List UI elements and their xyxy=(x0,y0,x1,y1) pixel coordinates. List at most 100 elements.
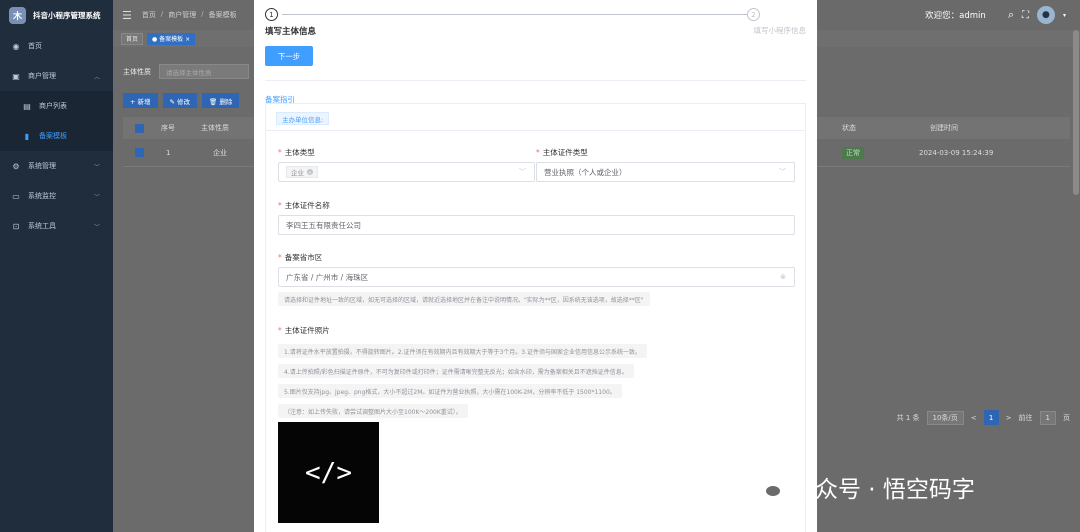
label-text: 主体证件名称 xyxy=(284,201,330,210)
sidebar-item-tools[interactable]: ⊡ 系统工具 ﹀ xyxy=(0,211,113,241)
photo-label: * 主体证件照片 xyxy=(278,326,330,335)
cert-name-input[interactable]: 李四王五有限责任公司 xyxy=(278,215,795,235)
search-icon[interactable]: ⌕ xyxy=(1008,8,1014,22)
photo-hint: 4.请上传拍照/彩色扫描证件原件，不可为复印件或打印件；证件需清晰完整无反光；如… xyxy=(278,364,634,378)
delete-button[interactable]: 🗑 删除 xyxy=(202,93,240,108)
label-text: 备案省市区 xyxy=(284,253,323,262)
add-button[interactable]: + 新增 xyxy=(123,93,158,108)
gear-icon: ⚙ xyxy=(12,161,20,171)
list-icon: ▤ xyxy=(23,101,31,111)
input-value: 李四王五有限责任公司 xyxy=(286,220,361,230)
sidebar-item-template[interactable]: ▮ 备案模板 xyxy=(0,121,113,151)
section-chip: 主办单位信息: xyxy=(276,112,330,125)
filter-label: 主体性质 xyxy=(123,67,151,76)
chevron-up-icon: ︿ xyxy=(93,73,100,81)
sidebar-item-label: 系统监控 xyxy=(28,192,56,200)
welcome-text: 欢迎您：admin xyxy=(925,11,986,21)
region-label: * 备案省市区 xyxy=(278,253,323,262)
select-value: 营业执照（个人或企业） xyxy=(544,167,627,177)
sidebar-item-label: 系统工具 xyxy=(28,222,56,230)
label-text: 主体证件类型 xyxy=(542,148,588,157)
page-size-select[interactable]: 10条/页 xyxy=(926,410,964,425)
step-1-circle: 1 xyxy=(265,8,278,21)
code-icon: </> xyxy=(305,457,352,488)
caret-down-icon[interactable]: ▾ xyxy=(1063,12,1066,19)
photo-hint: （注意：如上传失败，请尝试调整图片大小至100K～200K重试）。 xyxy=(278,404,468,418)
toolbar: + 新增 ✎ 修改 🗑 删除 xyxy=(123,93,240,108)
template-icon: ▮ xyxy=(24,131,30,141)
next-page-button[interactable]: > xyxy=(1006,414,1012,422)
header-right: 欢迎您：admin ⌕ ⛶ ● ▾ xyxy=(925,0,1066,30)
step-connector xyxy=(282,14,754,15)
app-root: 木 抖音小程序管理系统 ◉ 首页 ▣ 商户管理 ︿ ▤ 商户列表 ▮ 备案模板 … xyxy=(0,0,1080,532)
sidebar-item-merchant[interactable]: ▣ 商户管理 ︿ xyxy=(0,61,113,91)
next-step-button[interactable]: 下一步 xyxy=(265,46,313,66)
chevron-down-icon: ﹀ xyxy=(93,223,100,231)
app-title: 抖音小程序管理系统 xyxy=(33,10,101,20)
app-logo[interactable]: 木 抖音小程序管理系统 xyxy=(0,0,113,30)
fullscreen-icon[interactable]: ⛶ xyxy=(1022,10,1029,21)
sidebar-item-home[interactable]: ◉ 首页 xyxy=(0,31,113,61)
tag-home[interactable]: 首页 xyxy=(121,32,144,45)
page-number[interactable]: 1 xyxy=(983,410,999,425)
select-all-checkbox[interactable] xyxy=(135,123,144,133)
subject-type-label: * 主体类型 xyxy=(278,148,315,157)
pagination-total: 共 1 条 xyxy=(896,413,920,422)
row-checkbox[interactable] xyxy=(135,148,144,157)
breadcrumb-item[interactable]: 首页 xyxy=(142,10,156,20)
prev-page-button[interactable]: < xyxy=(971,414,977,422)
close-icon[interactable]: × xyxy=(307,169,313,175)
region-cascader[interactable]: 广东省 / 广州市 / 海珠区 ⊗ xyxy=(278,267,795,287)
sidebar-item-monitor[interactable]: ▭ 系统监控 ﹀ xyxy=(0,181,113,211)
chevron-down-icon: ﹀ xyxy=(93,163,100,171)
submenu-merchant: ▤ 商户列表 ▮ 备案模板 xyxy=(0,91,113,151)
tag-text: 企业 xyxy=(291,169,304,177)
sidebar-item-label: 首页 xyxy=(28,42,42,50)
photo-hint: 5.图片仅支持jpg、jpeg、png格式，大小不超过2M。如证件为营业执照，大… xyxy=(278,384,622,398)
clear-icon[interactable]: ⊗ xyxy=(780,273,786,281)
watermark-text: 公众号 · 悟空码字 xyxy=(792,477,975,503)
photo-hint: 1.请将证件水平放置拍摄，不得旋转图片。2.证件须在有效期内且有效期大于等于3个… xyxy=(278,344,647,358)
store-icon: ▣ xyxy=(12,71,20,81)
sidebar-item-system[interactable]: ⚙ 系统管理 ﹀ xyxy=(0,151,113,181)
column-header: 创建时间 xyxy=(930,124,958,132)
label-text: 主体类型 xyxy=(284,148,315,157)
goto-input[interactable]: 1 xyxy=(1039,410,1056,425)
cert-type-label: * 主体证件类型 xyxy=(536,148,588,157)
region-hint: 请选择和证件地址一致的区域，如无可选择的区域，请就近选择地区并在备注中说明情况。… xyxy=(278,292,650,306)
edit-button[interactable]: ✎ 修改 xyxy=(162,93,198,108)
logo-icon: 木 xyxy=(9,6,26,24)
cert-name-label: * 主体证件名称 xyxy=(278,201,330,210)
page-scrollbar[interactable] xyxy=(1073,30,1079,195)
drawer-panel: 1 2 填写主体信息 填写小程序信息 下一步 备案指引 主办单位信息: * 主体类… xyxy=(254,0,817,532)
breadcrumb-separator: / xyxy=(201,10,204,18)
cert-type-select[interactable]: 营业执照（个人或企业） ﹀ xyxy=(536,162,795,182)
column-header: 序号 xyxy=(161,124,175,132)
toolbox-icon: ⊡ xyxy=(12,221,20,231)
subject-type-select[interactable]: 企业 × ﹀ xyxy=(278,162,535,182)
breadcrumb-item: 商户管理 xyxy=(168,11,197,19)
sidebar-item-label: 系统管理 xyxy=(28,162,56,170)
chevron-down-icon: ﹀ xyxy=(519,168,526,176)
uploaded-image-thumbnail[interactable]: </> xyxy=(278,422,379,523)
avatar[interactable]: ● xyxy=(1036,6,1055,24)
breadcrumb-separator: / xyxy=(160,10,164,18)
step-2-title: 填写小程序信息 xyxy=(753,26,807,35)
sidebar-item-merchant-list[interactable]: ▤ 商户列表 xyxy=(0,91,113,121)
breadcrumb-item: 备案模板 xyxy=(208,11,237,19)
table-cell: 2024-03-09 15:24:39 xyxy=(919,148,994,157)
selected-tag: 企业 × xyxy=(286,166,318,178)
tag-template[interactable]: ● 备案模板 × xyxy=(147,32,196,45)
column-header: 状态 xyxy=(842,124,856,132)
subject-type-filter[interactable]: 请选择主体性质 xyxy=(159,64,249,79)
pagination: 共 1 条 10条/页 < 1 > 前往 1 页 xyxy=(897,410,1070,425)
sidebar: 木 抖音小程序管理系统 ◉ 首页 ▣ 商户管理 ︿ ▤ 商户列表 ▮ 备案模板 … xyxy=(0,0,113,532)
hamburger-icon[interactable]: ☰ xyxy=(122,9,132,22)
monitor-icon: ▭ xyxy=(12,191,20,201)
status-badge: 正常 xyxy=(842,146,864,159)
label-text: 主体证件照片 xyxy=(284,326,330,335)
step-1-title: 填写主体信息 xyxy=(265,27,317,37)
sidebar-item-label: 商户列表 xyxy=(39,102,67,110)
table-cell: 1 xyxy=(166,148,171,157)
wechat-icon xyxy=(750,474,784,500)
